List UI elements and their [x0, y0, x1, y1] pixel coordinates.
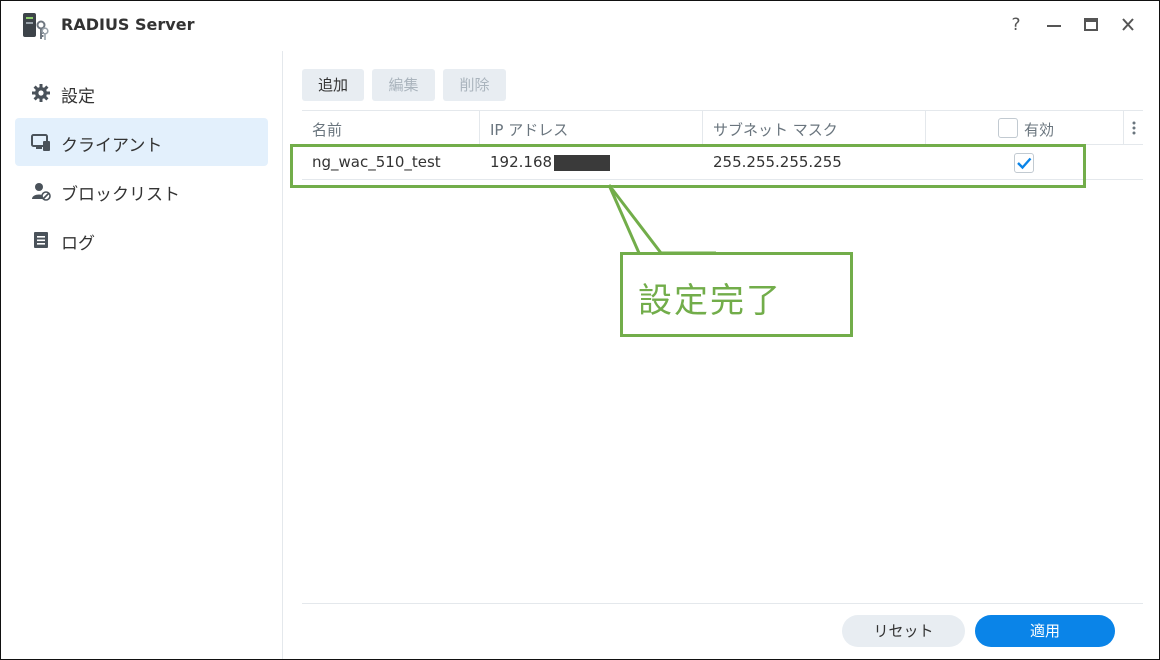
sidebar-item-clients[interactable]: クライアント	[15, 118, 268, 166]
window-title: RADIUS Server	[61, 15, 195, 34]
column-divider	[925, 111, 926, 144]
column-menu-icon[interactable]	[1129, 120, 1139, 136]
radius-server-app-icon	[23, 13, 49, 40]
close-icon	[1122, 18, 1134, 31]
user-block-icon	[32, 183, 51, 201]
apply-button[interactable]: 適用	[975, 615, 1115, 647]
help-button[interactable]: ?	[1005, 13, 1027, 37]
sidebar-item-label: ブロックリスト	[61, 185, 180, 205]
callout-text: 設定完了	[638, 281, 782, 321]
sidebar-item-label: ログ	[61, 234, 95, 254]
column-divider	[1123, 111, 1124, 144]
log-icon	[34, 232, 48, 248]
maximize-button[interactable]	[1080, 13, 1102, 37]
gear-icon	[32, 84, 50, 102]
column-divider	[702, 111, 703, 144]
select-all-enabled-checkbox[interactable]	[998, 118, 1018, 138]
add-button[interactable]: 追加	[302, 69, 364, 101]
column-header-ip[interactable]: IP アドレス	[490, 119, 568, 140]
minimize-icon	[1047, 25, 1061, 27]
column-divider	[479, 111, 480, 144]
maximize-icon	[1084, 18, 1098, 31]
column-header-subnet[interactable]: サブネット マスク	[713, 119, 838, 140]
reset-button[interactable]: リセット	[842, 615, 965, 647]
client-icon	[31, 134, 50, 151]
sidebar: 設定 クライアント ブロックリスト ログ	[1, 51, 283, 659]
sidebar-item-settings[interactable]: 設定	[15, 69, 268, 117]
sidebar-item-log[interactable]: ログ	[15, 216, 268, 264]
callout-pointer	[607, 184, 716, 255]
sidebar-item-blocklist[interactable]: ブロックリスト	[15, 167, 268, 215]
column-header-name[interactable]: 名前	[312, 119, 342, 140]
app-window: RADIUS Server ? 設定 クライアント ブロックリスト ログ 追加 …	[0, 0, 1160, 660]
sidebar-item-label: クライアント	[61, 136, 163, 156]
table-top-border	[302, 110, 1143, 111]
column-header-enabled[interactable]: 有効	[1024, 119, 1054, 140]
close-button[interactable]	[1117, 13, 1139, 37]
delete-button[interactable]: 削除	[443, 69, 506, 101]
sidebar-item-label: 設定	[61, 87, 95, 107]
edit-button[interactable]: 編集	[372, 69, 435, 101]
minimize-button[interactable]	[1043, 13, 1065, 37]
footer-divider	[302, 603, 1143, 604]
title-bar: RADIUS Server ?	[1, 1, 1159, 51]
